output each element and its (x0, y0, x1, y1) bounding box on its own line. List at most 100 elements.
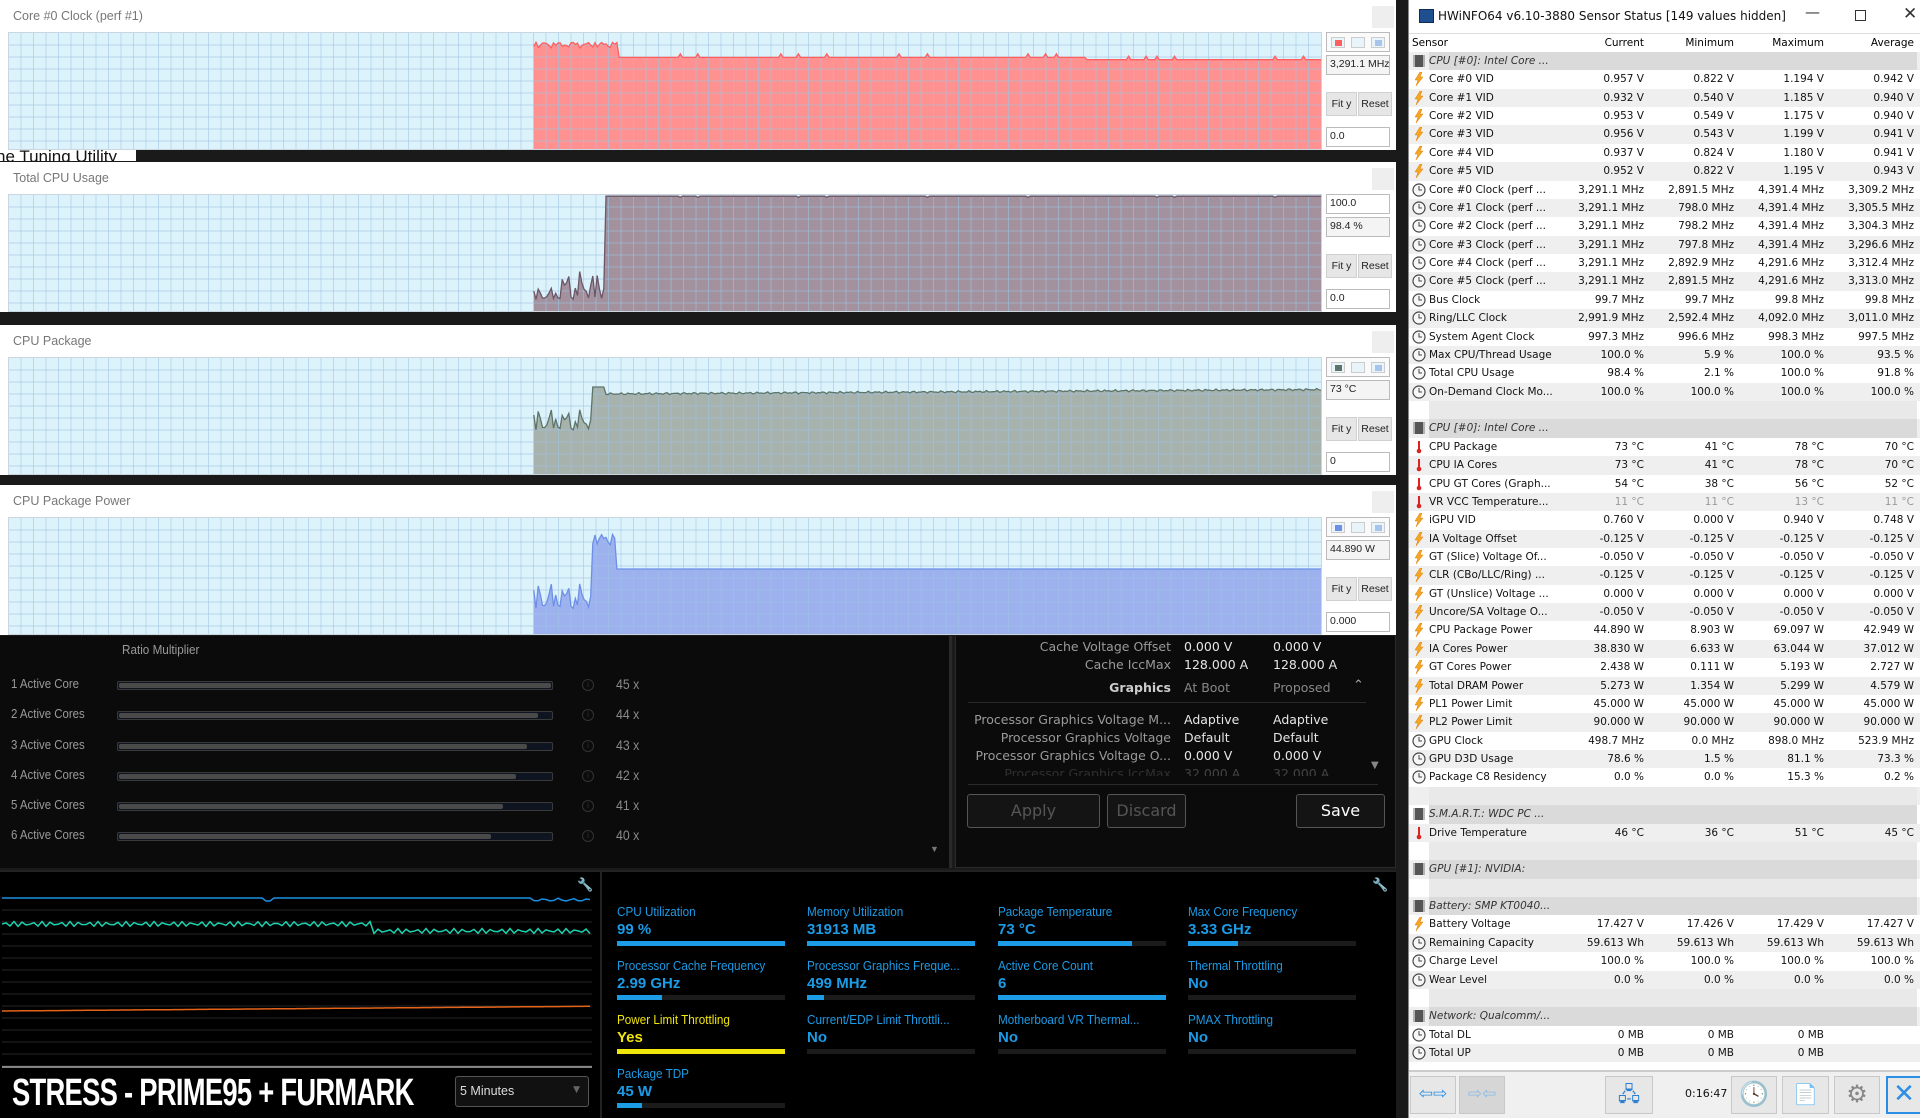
trace-color-swatch[interactable] (1331, 37, 1345, 48)
sensor-row[interactable]: Total CPU Usage 98.4 % 2.1 % 100.0 % 91.8 % (1409, 364, 1920, 382)
fit-y-button[interactable]: Fit y (1326, 92, 1357, 116)
info-icon[interactable]: i (582, 770, 594, 782)
scroll-down-arrow[interactable]: ▼ (1371, 760, 1379, 771)
ratio-slider[interactable] (117, 742, 553, 751)
sensor-row[interactable]: Core #5 Clock (perf ... 3,291.1 MHz 2,891.… (1409, 272, 1920, 291)
minimize-button[interactable]: — (1805, 3, 1820, 21)
ratio-slider[interactable] (117, 802, 553, 811)
sensor-row[interactable]: Core #1 VID 0.932 V 0.540 V 1.185 V 0.940 V (1409, 88, 1920, 108)
sensor-row[interactable]: CPU IA Cores 73 °C 41 °C 78 °C 70 °C (1409, 456, 1920, 475)
sensor-row[interactable]: PL1 Power Limit 45.000 W 45.000 W 45.000 W 4… (1409, 695, 1920, 713)
column-minimum[interactable]: Minimum (1685, 34, 1734, 52)
setting-proposed[interactable]: 128.000 A (1273, 657, 1337, 672)
sensor-row[interactable]: CPU GT Cores (Graph... 54 °C 38 °C 56 °C 52 … (1409, 475, 1920, 493)
sensor-row[interactable]: Total DRAM Power 5.273 W 1.354 W 5.299 W 4.5… (1409, 676, 1920, 695)
network-icon[interactable]: 🖧 (1605, 1076, 1653, 1114)
background-color-swatch[interactable] (1351, 522, 1365, 533)
sensor-group-row[interactable]: CPU [#0]: Intel Core ... (1409, 419, 1920, 438)
info-icon[interactable]: i (582, 679, 594, 691)
collapse-chevron-icon[interactable]: ⌃ (1353, 678, 1364, 693)
reset-button[interactable]: Reset (1358, 577, 1392, 601)
fit-y-button[interactable]: Fit y (1326, 417, 1357, 441)
expand-arrows-button[interactable]: ⇦⇨ (1410, 1076, 1456, 1114)
fit-y-button[interactable]: Fit y (1326, 254, 1357, 278)
time-range-dropdown[interactable]: 5 Minutes ▼ (455, 1076, 589, 1107)
sensor-row[interactable]: Core #0 VID 0.957 V 0.822 V 1.194 V 0.942 V (1409, 70, 1920, 88)
scroll-down-arrow[interactable]: ▼ (930, 844, 939, 854)
column-sensor[interactable]: Sensor (1412, 34, 1448, 52)
ratio-slider[interactable] (117, 711, 553, 720)
column-maximum[interactable]: Maximum (1772, 34, 1824, 52)
y-min-input[interactable]: 0.000 (1326, 612, 1390, 632)
discard-button[interactable]: Discard (1107, 794, 1186, 828)
clock-reset-button[interactable]: 🕓 (1731, 1076, 1777, 1114)
sensor-row[interactable]: Package C8 Residency 0.0 % 0.0 % 15.3 % 0.2 … (1409, 768, 1920, 786)
fit-y-button[interactable]: Fit y (1326, 577, 1357, 601)
sensor-row[interactable]: GT (Unslice) Voltage ... 0.000 V 0.000 V 0.… (1409, 585, 1920, 603)
sensor-row[interactable]: GT (Slice) Voltage Of... -0.050 V -0.050 V… (1409, 548, 1920, 566)
sensor-group-row[interactable]: Battery: SMP KT0040... (1409, 897, 1920, 916)
y-max-input[interactable]: 100.0 (1326, 194, 1390, 214)
sensor-row[interactable]: Bus Clock 99.7 MHz 99.7 MHz 99.8 MHz 99.8 MH… (1409, 291, 1920, 309)
wrench-icon[interactable]: 🔧 (1372, 878, 1388, 893)
sensor-row[interactable]: On-Demand Clock Mo... 100.0 % 100.0 % 100.0… (1409, 382, 1920, 402)
sensor-row[interactable]: Core #3 Clock (perf ... 3,291.1 MHz 797.8 … (1409, 235, 1920, 255)
grid-color-swatch[interactable] (1371, 522, 1385, 533)
sensor-row[interactable]: VR VCC Temperature... 11 °C 11 °C 13 °C 11 °… (1409, 492, 1920, 512)
reset-button[interactable]: Reset (1358, 254, 1392, 278)
sensor-row[interactable]: Core #3 VID 0.956 V 0.543 V 1.199 V 0.941 V (1409, 125, 1920, 144)
sensor-row[interactable]: IA Voltage Offset -0.125 V -0.125 V -0.125 … (1409, 529, 1920, 548)
setting-proposed[interactable]: Default (1273, 730, 1319, 745)
reset-button[interactable]: Reset (1358, 417, 1392, 441)
sensor-row[interactable]: CPU Package 73 °C 41 °C 78 °C 70 °C (1409, 438, 1920, 456)
y-min-input[interactable]: 0 (1326, 452, 1390, 472)
sensor-row[interactable]: GT Cores Power 2.438 W 0.111 W 5.193 W 2.727… (1409, 658, 1920, 676)
gear-icon[interactable]: ⚙ (1834, 1076, 1880, 1114)
sensor-row[interactable]: Core #0 Clock (perf ... 3,291.1 MHz 2,891.… (1409, 181, 1920, 199)
ratio-slider[interactable] (117, 772, 553, 781)
info-icon[interactable]: i (582, 740, 594, 752)
sensor-row[interactable]: Core #2 Clock (perf ... 3,291.1 MHz 798.2 … (1409, 217, 1920, 235)
grid-color-swatch[interactable] (1371, 362, 1385, 373)
background-color-swatch[interactable] (1351, 362, 1365, 373)
sensor-row[interactable]: Battery Voltage 17.427 V 17.426 V 17.429 V 1… (1409, 915, 1920, 933)
trace-color-swatch[interactable] (1331, 522, 1345, 533)
grid-color-swatch[interactable] (1371, 37, 1385, 48)
sensor-group-row[interactable]: GPU [#1]: NVIDIA: (1409, 860, 1920, 879)
sensor-row[interactable]: GPU Clock 498.7 MHz 0.0 MHz 898.0 MHz 523.9 … (1409, 732, 1920, 750)
sensor-row[interactable]: Max CPU/Thread Usage 100.0 % 5.9 % 100.0 % 9… (1409, 345, 1920, 365)
sensor-row[interactable]: Charge Level 100.0 % 100.0 % 100.0 % 100.0 % (1409, 952, 1920, 970)
sensor-row[interactable]: Ring/LLC Clock 2,991.9 MHz 2,592.4 MHz 4,09… (1409, 309, 1920, 328)
y-min-input[interactable]: 0.0 (1326, 127, 1390, 147)
setting-proposed[interactable]: 32.000 A (1273, 766, 1329, 776)
sensor-row[interactable]: Core #5 VID 0.952 V 0.822 V 1.195 V 0.943 V (1409, 162, 1920, 181)
setting-proposed[interactable]: 0.000 V (1273, 748, 1321, 763)
setting-proposed[interactable]: Adaptive (1273, 712, 1328, 727)
sensor-group-row[interactable]: CPU [#0]: Intel Core ... (1409, 52, 1920, 71)
column-average[interactable]: Average (1871, 34, 1914, 52)
column-current[interactable]: Current (1605, 34, 1644, 52)
background-color-swatch[interactable] (1351, 37, 1365, 48)
ratio-slider[interactable] (117, 681, 553, 690)
sensor-row[interactable]: Remaining Capacity 59.613 Wh 59.613 Wh 59.6… (1409, 933, 1920, 953)
sensor-row[interactable]: GPU D3D Usage 78.6 % 1.5 % 81.1 % 73.3 % (1409, 750, 1920, 769)
sensor-group-row[interactable]: Network: Qualcomm/... (1409, 1007, 1920, 1026)
sensor-row[interactable]: Core #4 Clock (perf ... 3,291.1 MHz 2,892.… (1409, 254, 1920, 272)
sensor-row[interactable]: iGPU VID 0.760 V 0.000 V 0.940 V 0.748 V (1409, 511, 1920, 529)
info-icon[interactable]: i (582, 709, 594, 721)
collapse-arrows-button[interactable]: ⇨⇦ (1459, 1076, 1505, 1114)
y-min-input[interactable]: 0.0 (1326, 289, 1390, 309)
graph-close-button[interactable] (1372, 6, 1394, 28)
sensor-row[interactable]: Total DL 0 MB 0 MB 0 MB (1409, 1026, 1920, 1044)
sensor-row[interactable]: Uncore/SA Voltage O... -0.050 V -0.050 V -0… (1409, 603, 1920, 622)
sensor-row[interactable]: PL2 Power Limit 90.000 W 90.000 W 90.000 W 9… (1409, 713, 1920, 732)
graph-close-button[interactable] (1372, 168, 1394, 190)
maximize-button[interactable] (1855, 10, 1866, 21)
apply-button[interactable]: Apply (967, 794, 1100, 828)
ratio-slider[interactable] (117, 832, 553, 841)
trace-color-swatch[interactable] (1331, 362, 1345, 373)
sensor-row[interactable]: System Agent Clock 997.3 MHz 996.6 MHz 998.… (1409, 328, 1920, 346)
sensor-row[interactable]: Core #1 Clock (perf ... 3,291.1 MHz 798.0 … (1409, 198, 1920, 218)
graph-close-button[interactable] (1372, 331, 1394, 353)
setting-proposed[interactable]: 0.000 V (1273, 639, 1321, 654)
